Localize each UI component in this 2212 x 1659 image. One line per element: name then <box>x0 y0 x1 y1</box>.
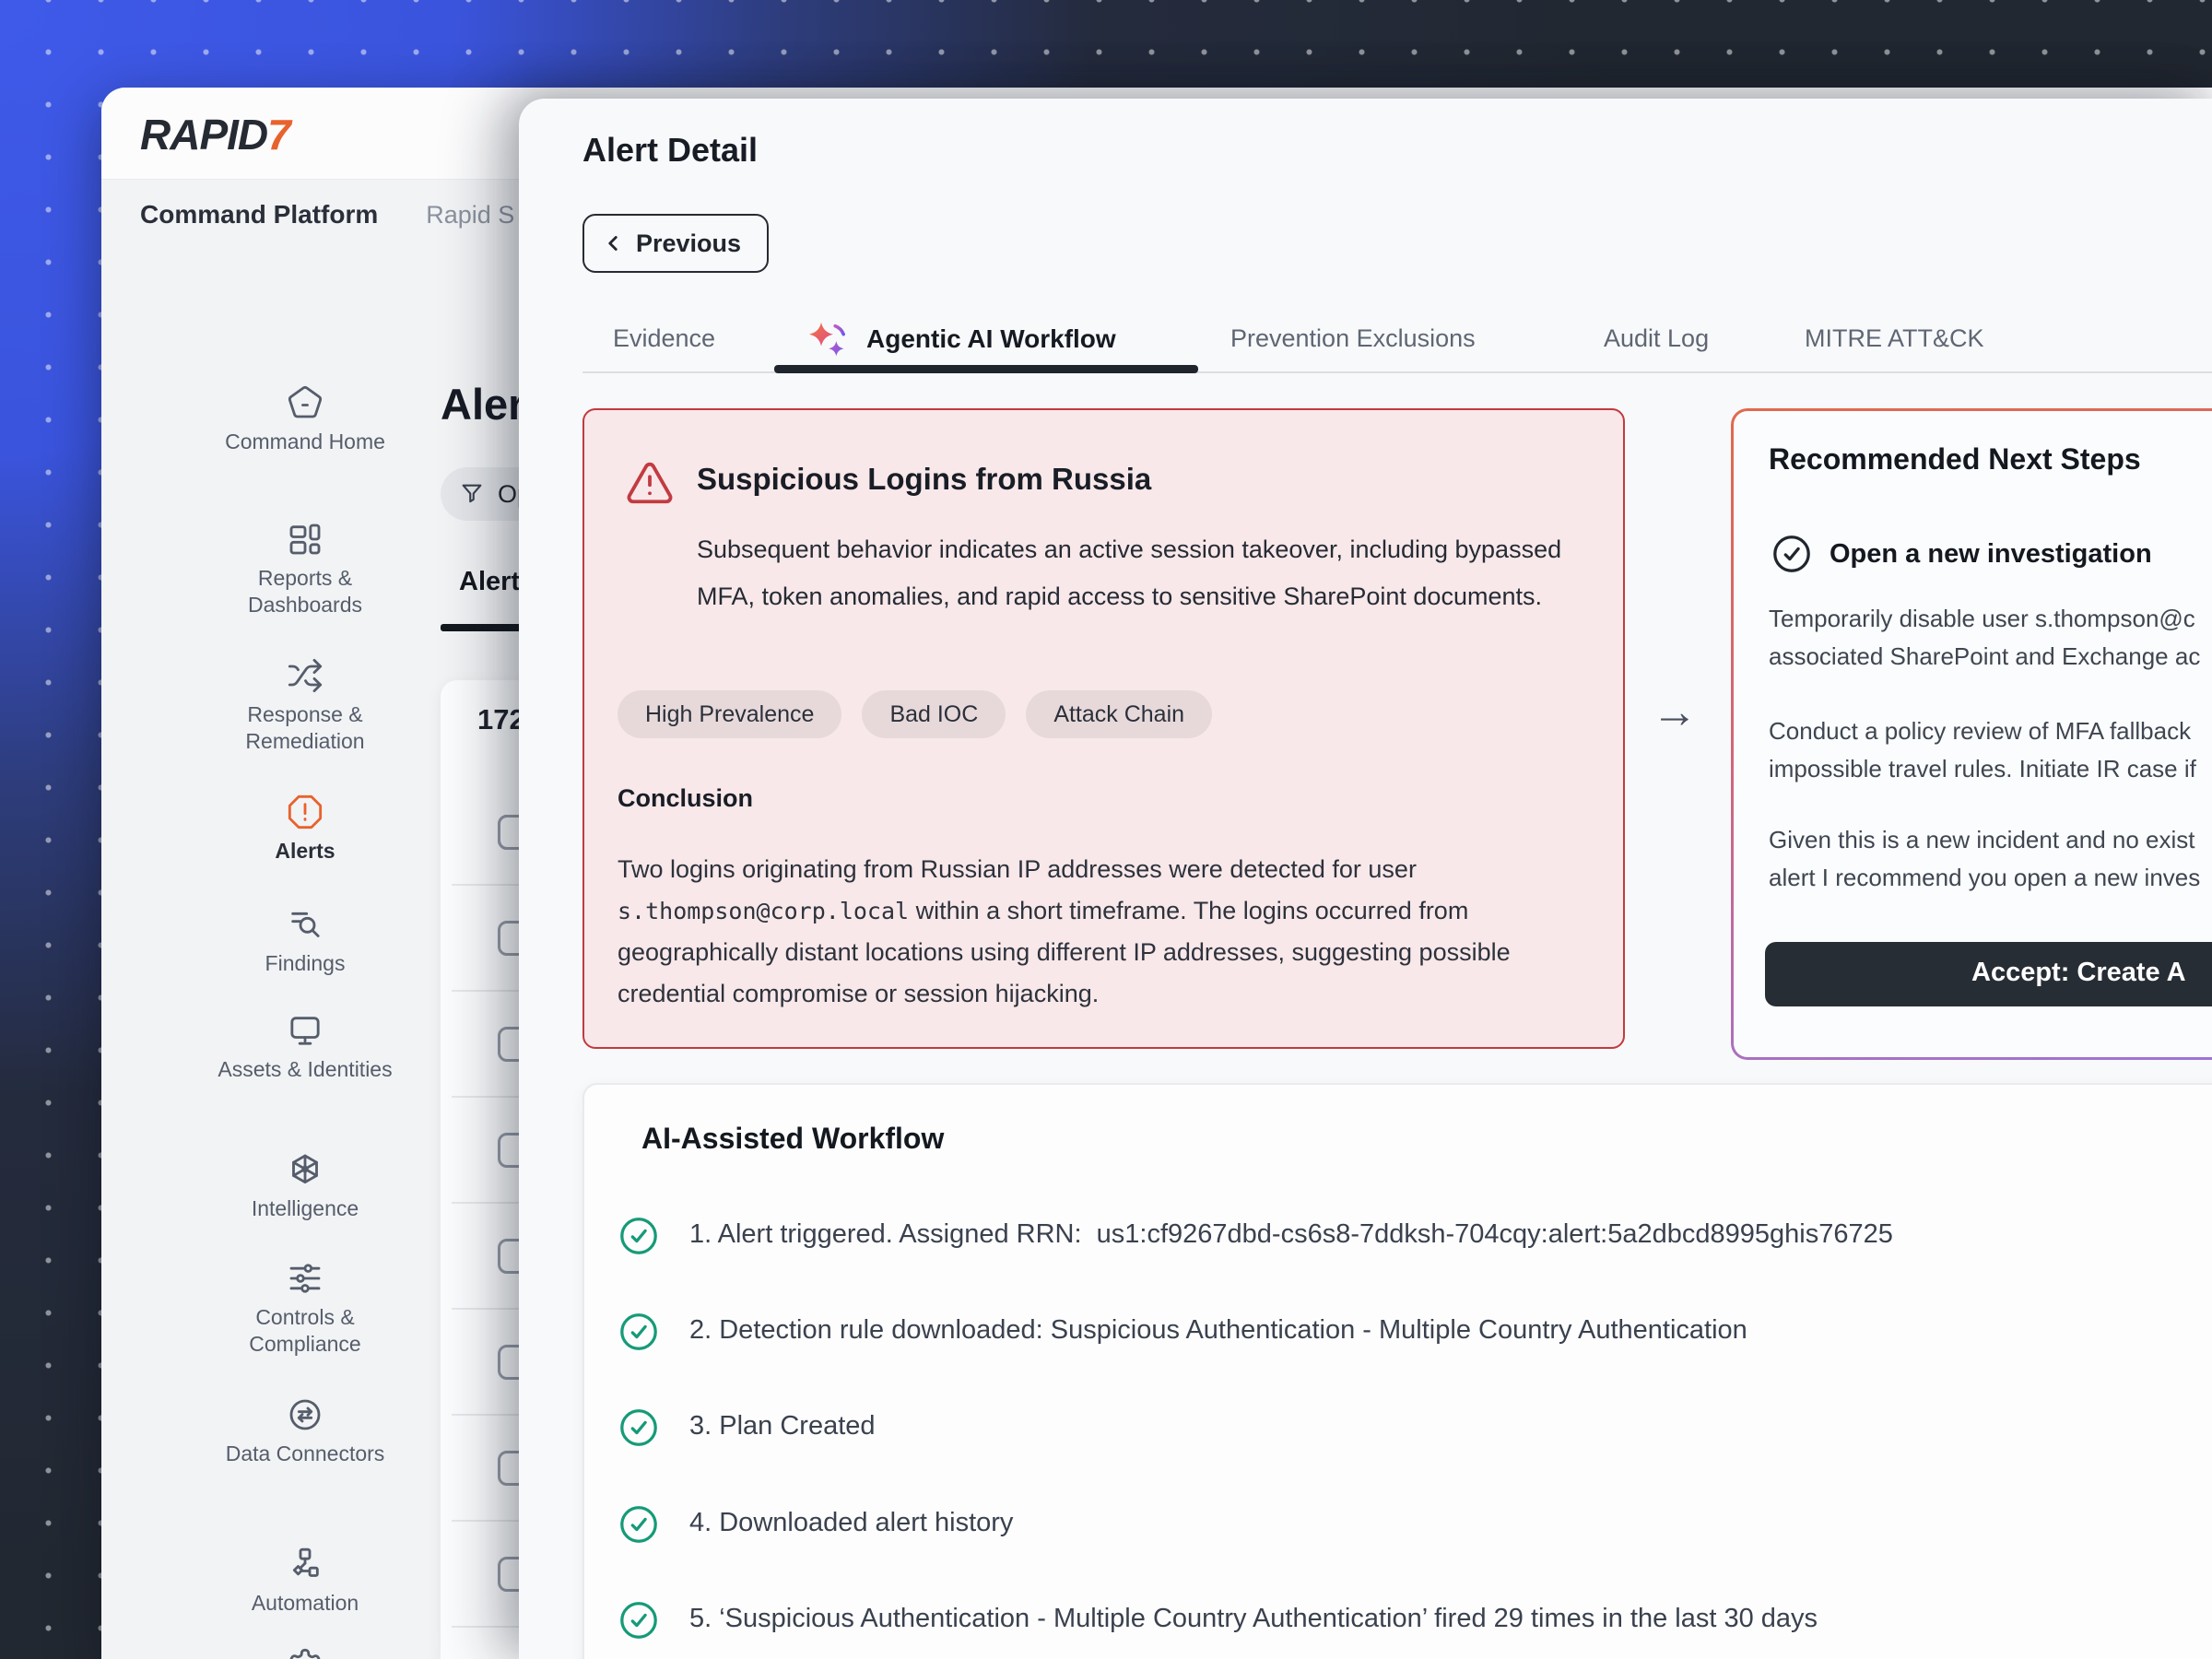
sidebar-item-alerts[interactable]: Alerts <box>205 794 406 865</box>
workflow-step: 2. Detection rule downloaded: Suspicious… <box>618 1311 1747 1353</box>
logo-text: RAPID <box>140 111 267 159</box>
sidebar-item-data-connectors[interactable]: Data Connectors <box>205 1396 406 1467</box>
next-steps-paragraph: Conduct a policy review of MFA fallback i… <box>1769 712 2196 788</box>
automation-nodes-icon <box>287 1546 324 1583</box>
workflow-step-text: 5. ‘Suspicious Authentication - Multiple… <box>689 1599 1818 1634</box>
sidebar-item-controls-compliance[interactable]: Controls & Compliance <box>205 1260 406 1358</box>
line: Temporarily disable user s.thompson@c <box>1769 605 2195 632</box>
recommended-next-steps-card: Recommended Next Steps Open a new invest… <box>1731 408 2212 1060</box>
workflow-step-text: 3. Plan Created <box>689 1406 876 1441</box>
ai-alert-summary-card: Suspicious Logins from Russia Subsequent… <box>582 408 1625 1049</box>
warning-triangle-icon <box>625 458 675 508</box>
workflow-step-text: 1. Alert triggered. Assigned RRN: us1:cf… <box>689 1215 1893 1250</box>
workflow-step: 3. Plan Created <box>618 1406 876 1449</box>
panel-title: Alert Detail <box>582 131 758 170</box>
sidebar-item-findings[interactable]: Findings <box>205 906 406 977</box>
sidebar-label: Assets & Identities <box>218 1056 392 1083</box>
next-step-heading: Open a new investigation <box>1830 539 2152 570</box>
suite-label-partial[interactable]: Rapid S <box>426 201 514 229</box>
sidebar-label: Findings <box>265 950 346 977</box>
sidebar-label: Controls & Compliance <box>205 1304 406 1358</box>
next-steps-paragraph: Given this is a new incident and no exis… <box>1769 821 2200 897</box>
alert-title: Suspicious Logins from Russia <box>697 462 1151 497</box>
previous-button[interactable]: Previous <box>582 214 769 273</box>
shuffle-icon <box>287 657 324 694</box>
green-check-circle-icon <box>618 1311 660 1353</box>
sidebar-item-reports-dashboards[interactable]: Reports & Dashboards <box>205 521 406 618</box>
sidebar-item-automation[interactable]: Automation <box>205 1546 406 1617</box>
intelligence-network-icon <box>287 1151 324 1188</box>
line: associated SharePoint and Exchange ac <box>1769 642 2200 670</box>
line: impossible travel rules. Initiate IR cas… <box>1769 755 2196 782</box>
sidebar-item-response-remediation[interactable]: Response & Remediation <box>205 657 406 755</box>
conclusion-heading: Conclusion <box>618 784 753 813</box>
alert-description: Subsequent behavior indicates an active … <box>697 526 1582 620</box>
platform-nav: Command Platform Rapid S <box>140 200 514 229</box>
workflow-step-text: 4. Downloaded alert history <box>689 1503 1013 1538</box>
findings-search-icon <box>287 906 324 943</box>
sidebar-item-administration[interactable]: Administration <box>205 1647 406 1659</box>
workflow-step: 5. ‘Suspicious Authentication - Multiple… <box>618 1599 1818 1641</box>
previous-label: Previous <box>636 229 741 258</box>
screenshot-root: RAPID7 Command Platform Rapid S Command … <box>0 0 2212 1659</box>
sidebar-label: Response & Remediation <box>205 701 406 755</box>
sidebar-label: Command Home <box>225 429 385 455</box>
user-principal-mono: s.thompson@corp.local <box>618 898 909 924</box>
sidebar-item-intelligence[interactable]: Intelligence <box>205 1151 406 1222</box>
green-check-circle-icon <box>618 1406 660 1449</box>
accept-create-button[interactable]: Accept: Create A <box>1765 942 2212 1006</box>
alert-octagon-icon <box>287 794 324 830</box>
tag-attack-chain: Attack Chain <box>1026 690 1212 738</box>
sidebar-label: Intelligence <box>252 1195 359 1222</box>
alert-detail-panel: Alert Detail Previous Evidence Agentic A… <box>519 99 2212 1659</box>
gear-icon <box>287 1647 324 1659</box>
tab-agentic-ai-workflow[interactable]: Agentic AI Workflow <box>866 324 1116 354</box>
filter-funnel-icon <box>459 481 485 507</box>
alert-tags: High Prevalence Bad IOC Attack Chain <box>618 690 1212 738</box>
conclusion-pre: Two logins originating from Russian IP a… <box>618 855 1417 883</box>
workflow-step: 4. Downloaded alert history <box>618 1503 1013 1546</box>
dashboard-grid-icon <box>287 521 324 558</box>
conclusion-text: Two logins originating from Russian IP a… <box>618 849 1593 1015</box>
rapid7-logo: RAPID7 <box>140 110 290 159</box>
arrow-right-icon: → <box>1652 685 1698 738</box>
workflow-title: AI-Assisted Workflow <box>641 1122 944 1156</box>
tab-mitre-attck[interactable]: MITRE ATT&CK <box>1805 324 1984 353</box>
sliders-icon <box>287 1260 324 1297</box>
logo-seven: 7 <box>267 111 290 159</box>
platform-label: Command Platform <box>140 200 378 229</box>
line: Given this is a new incident and no exis… <box>1769 826 2194 853</box>
monitor-icon <box>287 1012 324 1049</box>
sidebar-item-command-home[interactable]: Command Home <box>205 384 406 455</box>
pentagon-home-icon <box>287 384 324 421</box>
green-check-circle-icon <box>618 1503 660 1546</box>
active-tab-underline <box>774 365 1198 373</box>
sidebar-item-assets-identities[interactable]: Assets & Identities <box>205 1012 406 1083</box>
line: Conduct a policy review of MFA fallback <box>1769 717 2191 745</box>
green-check-circle-icon <box>618 1599 660 1641</box>
tab-prevention-exclusions[interactable]: Prevention Exclusions <box>1230 324 1476 353</box>
accept-button-label: Accept: Create A <box>1971 958 2186 988</box>
sidebar-label: Alerts <box>275 838 335 865</box>
chevron-left-icon <box>601 231 625 255</box>
ai-sparkle-icon <box>805 316 854 366</box>
tab-evidence[interactable]: Evidence <box>613 324 715 353</box>
tag-high-prevalence: High Prevalence <box>618 690 841 738</box>
workflow-step: 1. Alert triggered. Assigned RRN: us1:cf… <box>618 1215 1893 1257</box>
next-steps-paragraph: Temporarily disable user s.thompson@c ass… <box>1769 600 2200 676</box>
line: alert I recommend you open a new inves <box>1769 864 2200 891</box>
tag-bad-ioc: Bad IOC <box>862 690 1006 738</box>
ai-assisted-workflow-card: AI-Assisted Workflow 1. Alert triggered.… <box>582 1083 2212 1659</box>
check-circle-icon <box>1771 533 1813 575</box>
sidebar-label: Reports & Dashboards <box>205 565 406 618</box>
next-steps-title: Recommended Next Steps <box>1769 442 2141 477</box>
tab-audit-log[interactable]: Audit Log <box>1604 324 1709 353</box>
workflow-step-text: 2. Detection rule downloaded: Suspicious… <box>689 1311 1747 1346</box>
sidebar-label: Data Connectors <box>226 1441 385 1467</box>
green-check-circle-icon <box>618 1215 660 1257</box>
data-connectors-icon <box>287 1396 324 1433</box>
sidebar-label: Automation <box>252 1590 359 1617</box>
